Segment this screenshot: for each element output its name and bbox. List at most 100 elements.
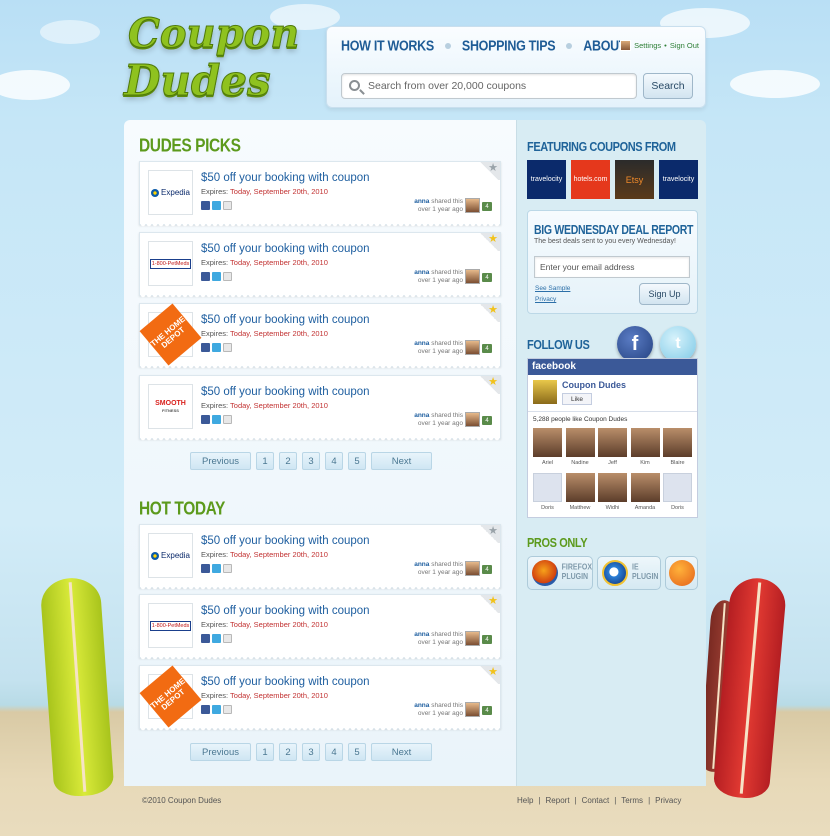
email-share-icon[interactable]	[223, 634, 232, 643]
firefox-plugin-button[interactable]: FIREFOX PLUGIN	[527, 556, 593, 590]
search-button[interactable]: Search	[643, 73, 693, 99]
fan-name[interactable]: Doris	[533, 505, 562, 511]
page-5[interactable]: 5	[348, 743, 366, 761]
coupon-card[interactable]: 1-800-PetMeds $50 off your booking with c…	[139, 232, 501, 299]
facebook-share-icon[interactable]	[201, 343, 210, 352]
coupon-title[interactable]: $50 off your booking with coupon	[201, 605, 370, 617]
sharer-avatar[interactable]	[465, 269, 480, 284]
star-icon[interactable]: ★	[478, 595, 500, 613]
merchant-logo[interactable]: Expedia	[148, 533, 193, 578]
twitter-share-icon[interactable]	[212, 343, 221, 352]
fan-avatar[interactable]	[565, 473, 595, 502]
previous-button[interactable]: Previous	[190, 743, 251, 761]
sign-up-button[interactable]: Sign Up	[639, 283, 690, 305]
coupon-title[interactable]: $50 off your booking with coupon	[201, 314, 370, 326]
fan-avatar[interactable]	[598, 473, 627, 502]
fan-avatar[interactable]	[663, 473, 692, 502]
footer-contact[interactable]: Contact	[582, 796, 610, 805]
fan-avatar[interactable]	[533, 473, 562, 502]
twitter-share-icon[interactable]	[212, 564, 221, 573]
star-icon[interactable]: ★	[478, 233, 500, 251]
page-3[interactable]: 3	[302, 743, 320, 761]
facebook-share-icon[interactable]	[201, 634, 210, 643]
fan-name[interactable]: Ariel	[533, 460, 562, 466]
next-button[interactable]: Next	[371, 743, 432, 761]
merchant-logo[interactable]: THE HOME DEPOT	[139, 303, 202, 366]
shared-user[interactable]: anna	[414, 340, 429, 347]
see-sample-link[interactable]: See Sample	[535, 285, 570, 292]
twitter-share-icon[interactable]	[212, 415, 221, 424]
facebook-share-icon[interactable]	[201, 564, 210, 573]
shared-user[interactable]: anna	[414, 269, 429, 276]
fan-name[interactable]: Widhi	[598, 505, 627, 511]
star-icon[interactable]: ★	[478, 162, 500, 180]
email-share-icon[interactable]	[223, 272, 232, 281]
email-share-icon[interactable]	[223, 201, 232, 210]
fan-name[interactable]: Matthew	[566, 505, 595, 511]
page-2[interactable]: 2	[279, 743, 297, 761]
shared-user[interactable]: anna	[414, 198, 429, 205]
page-avatar[interactable]	[533, 380, 557, 404]
fan-name[interactable]: Doris	[663, 505, 692, 511]
page-5[interactable]: 5	[348, 452, 366, 470]
page-name[interactable]: Coupon Dudes	[562, 380, 626, 390]
footer-terms[interactable]: Terms	[621, 796, 643, 805]
ie-plugin-button[interactable]: IE PLUGIN	[597, 556, 661, 590]
coupon-card[interactable]: Expedia $50 off your booking with coupon E…	[139, 161, 501, 228]
facebook-share-icon[interactable]	[201, 201, 210, 210]
fan-avatar[interactable]	[630, 473, 660, 502]
footer-privacy[interactable]: Privacy	[655, 796, 681, 805]
fan-name[interactable]: Jeff	[598, 460, 627, 466]
star-icon[interactable]: ★	[478, 376, 500, 394]
email-share-icon[interactable]	[223, 415, 232, 424]
page-1[interactable]: 1	[256, 452, 274, 470]
sharer-avatar[interactable]	[465, 412, 480, 427]
merchant-logo-travelocity[interactable]: travelocity	[527, 160, 566, 199]
footer-report[interactable]: Report	[546, 796, 570, 805]
sharer-avatar[interactable]	[465, 198, 480, 213]
facebook-icon[interactable]: f	[617, 326, 653, 362]
shared-user[interactable]: anna	[414, 631, 429, 638]
twitter-share-icon[interactable]	[212, 634, 221, 643]
email-share-icon[interactable]	[223, 705, 232, 714]
like-button[interactable]: Like	[562, 393, 592, 405]
fan-avatar[interactable]	[630, 428, 660, 457]
fan-name[interactable]: Blaire	[663, 460, 692, 466]
coupon-card[interactable]: THE HOME DEPOT $50 off your booking with …	[139, 303, 501, 370]
page-4[interactable]: 4	[325, 452, 343, 470]
coupon-card[interactable]: THE HOME DEPOT $50 off your booking with …	[139, 665, 501, 732]
star-icon[interactable]: ★	[478, 666, 500, 684]
coupon-title[interactable]: $50 off your booking with coupon	[201, 243, 370, 255]
merchant-logo[interactable]: THE HOME DEPOT	[139, 665, 202, 728]
page-3[interactable]: 3	[302, 452, 320, 470]
coupon-card[interactable]: SMOOTH FITNESS $50 off your booking with c…	[139, 375, 501, 442]
merchant-logo[interactable]: 1-800-PetMeds	[148, 603, 193, 648]
page-1[interactable]: 1	[256, 743, 274, 761]
shared-user[interactable]: anna	[414, 412, 429, 419]
email-share-icon[interactable]	[223, 564, 232, 573]
sharer-avatar[interactable]	[465, 702, 480, 717]
star-icon[interactable]: ★	[478, 525, 500, 543]
page-4[interactable]: 4	[325, 743, 343, 761]
site-logo[interactable]: Coupon Dudes	[118, 6, 300, 106]
coupon-title[interactable]: $50 off your booking with coupon	[201, 676, 370, 688]
twitter-share-icon[interactable]	[212, 201, 221, 210]
coupon-title[interactable]: $50 off your booking with coupon	[201, 386, 370, 398]
shared-user[interactable]: anna	[414, 702, 429, 709]
coupon-title[interactable]: $50 off your booking with coupon	[201, 172, 370, 184]
user-avatar[interactable]	[620, 40, 632, 51]
rss-button[interactable]	[665, 556, 698, 590]
nav-how-it-works[interactable]: HOW IT WORKS	[341, 38, 434, 54]
sharer-avatar[interactable]	[465, 340, 480, 355]
merchant-logo[interactable]: Expedia	[148, 170, 193, 215]
facebook-share-icon[interactable]	[201, 272, 210, 281]
email-share-icon[interactable]	[223, 343, 232, 352]
merchant-logo[interactable]: 1-800-PetMeds	[148, 241, 193, 286]
star-icon[interactable]: ★	[478, 304, 500, 322]
search-input[interactable]: Search from over 20,000 coupons	[341, 73, 637, 99]
shared-user[interactable]: anna	[414, 561, 429, 568]
merchant-logo-travelocity[interactable]: travelocity	[659, 160, 698, 199]
page-2[interactable]: 2	[279, 452, 297, 470]
nav-shopping-tips[interactable]: SHOPPING TIPS	[462, 38, 556, 54]
privacy-link[interactable]: Privacy	[535, 296, 556, 303]
